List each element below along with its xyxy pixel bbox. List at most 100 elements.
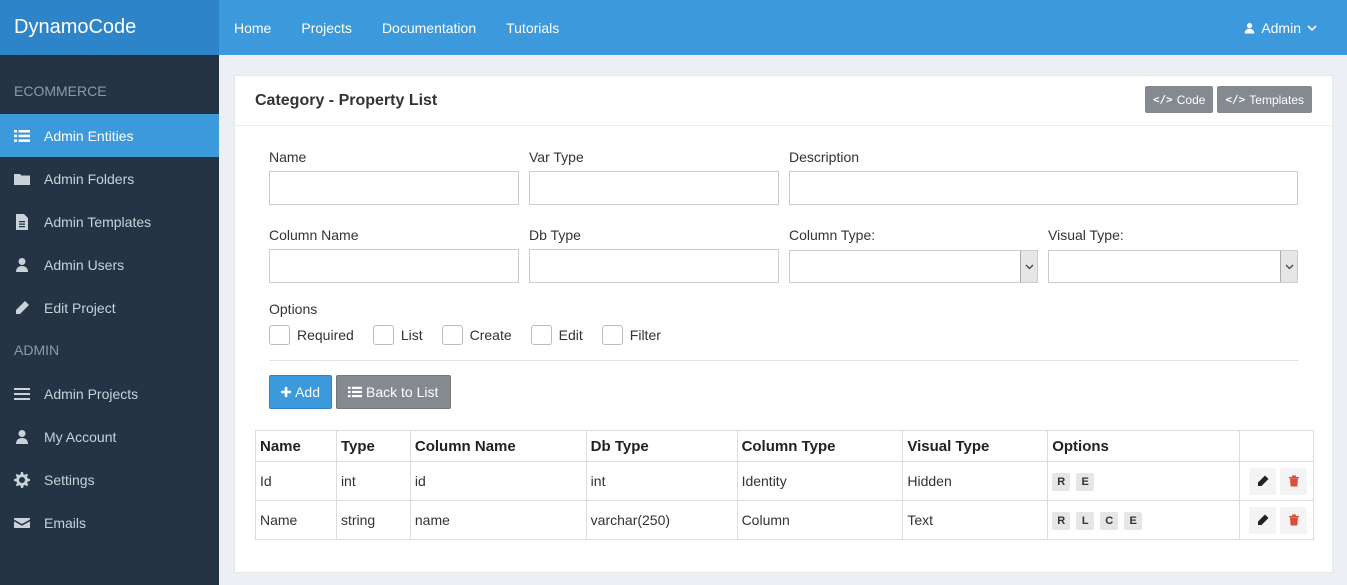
trash-icon xyxy=(1288,514,1299,526)
cell-db-type: varchar(250) xyxy=(585,500,738,540)
option-label: Filter xyxy=(629,327,661,343)
option-badge: R xyxy=(1052,472,1071,491)
cell-name: Name xyxy=(255,500,337,540)
code-button[interactable]: </> Code xyxy=(1144,86,1214,113)
delete-row-button[interactable] xyxy=(1280,506,1307,534)
sidebar-item-admin-entities[interactable]: Admin Entities xyxy=(0,114,219,157)
checkbox[interactable] xyxy=(601,325,623,345)
nav-projects[interactable]: Projects xyxy=(301,20,352,36)
sidebar-item-my-account[interactable]: My Account xyxy=(0,415,219,458)
cell-options: RLCE xyxy=(1047,500,1240,540)
option-required[interactable]: Required xyxy=(269,325,354,345)
list-icon xyxy=(14,128,30,144)
user-menu[interactable]: Admin xyxy=(1244,0,1323,55)
vartype-input[interactable] xyxy=(529,171,779,205)
cell-actions xyxy=(1239,500,1314,540)
option-badge: R xyxy=(1052,511,1071,530)
col-header-type: Type xyxy=(335,430,411,462)
sidebar-item-settings[interactable]: Settings xyxy=(0,458,219,501)
col-header-name: Name xyxy=(255,430,337,462)
checkbox[interactable] xyxy=(372,325,394,345)
description-input[interactable] xyxy=(789,171,1298,205)
section-header-admin: ADMIN xyxy=(14,342,60,358)
option-label: Edit xyxy=(558,327,583,343)
sidebar-item-admin-projects[interactable]: Admin Projects xyxy=(0,372,219,415)
user-icon xyxy=(14,257,30,273)
option-edit[interactable]: Edit xyxy=(530,325,583,345)
sidebar-item-label: Emails xyxy=(44,514,87,531)
checkbox[interactable] xyxy=(530,325,552,345)
list-icon xyxy=(348,386,362,398)
cell-visual-type: Hidden xyxy=(902,461,1049,501)
pencil-icon xyxy=(1257,514,1268,525)
option-label: Create xyxy=(469,327,512,343)
top-nav: Home Projects Documentation Tutorials Ad… xyxy=(219,0,1347,55)
checkbox[interactable] xyxy=(441,325,463,345)
back-to-list-button[interactable]: Back to List xyxy=(336,375,451,409)
options-label: Options xyxy=(269,301,318,317)
templates-button[interactable]: </> Templates xyxy=(1217,86,1312,113)
col-header-options: Options xyxy=(1047,430,1240,462)
nav-tutorials[interactable]: Tutorials xyxy=(506,20,559,36)
panel-header: Category - Property List </> Code </> Te… xyxy=(235,76,1332,126)
file-icon xyxy=(14,213,30,230)
sidebar-item-label: Settings xyxy=(44,471,95,488)
sidebar-item-emails[interactable]: Emails xyxy=(0,501,219,544)
visualtype-select[interactable] xyxy=(1048,250,1298,283)
dbtype-input[interactable] xyxy=(529,249,779,283)
brand-logo[interactable]: DynamoCode xyxy=(0,0,219,55)
add-button-label: Add xyxy=(295,384,320,400)
cell-column-type: Identity xyxy=(736,461,904,501)
checkbox[interactable] xyxy=(269,325,290,345)
columntype-select[interactable] xyxy=(789,250,1038,283)
sidebar-item-admin-folders[interactable]: Admin Folders xyxy=(0,157,219,200)
chevron-down-icon xyxy=(1020,251,1037,282)
cell-column-name: id xyxy=(409,461,587,501)
option-label: Required xyxy=(297,327,354,343)
col-header-column-name: Column Name xyxy=(409,430,587,462)
add-button[interactable]: Add xyxy=(269,375,332,409)
nav-home[interactable]: Home xyxy=(234,20,271,36)
name-input[interactable] xyxy=(269,171,519,205)
columnname-input[interactable] xyxy=(269,249,519,283)
option-badge: L xyxy=(1076,511,1095,530)
edit-row-button[interactable] xyxy=(1249,467,1276,495)
templates-button-label: Templates xyxy=(1249,92,1304,107)
cell-options: RE xyxy=(1047,461,1240,501)
bars-icon xyxy=(14,386,30,402)
option-filter[interactable]: Filter xyxy=(601,325,661,345)
property-panel: Category - Property List </> Code </> Te… xyxy=(234,75,1333,573)
cell-type: string xyxy=(335,500,411,540)
sidebar-item-admin-templates[interactable]: Admin Templates xyxy=(0,200,219,243)
option-badge: E xyxy=(1076,472,1095,491)
gear-icon xyxy=(14,471,30,488)
cell-visual-type: Text xyxy=(902,500,1049,540)
sidebar-item-edit-project[interactable]: Edit Project xyxy=(0,286,219,329)
page-title: Category - Property List xyxy=(255,92,438,109)
edit-row-button[interactable] xyxy=(1249,506,1276,534)
option-label: List xyxy=(400,327,423,343)
cell-name: Id xyxy=(255,461,337,501)
cell-column-name: name xyxy=(409,500,587,540)
cell-type: int xyxy=(335,461,411,501)
delete-row-button[interactable] xyxy=(1280,467,1307,495)
chevron-down-icon xyxy=(1280,251,1297,282)
pencil-icon xyxy=(14,300,30,316)
back-button-label: Back to List xyxy=(366,384,439,400)
section-header-ecommerce: ECOMMERCE xyxy=(14,83,107,99)
pencil-icon xyxy=(1257,475,1268,486)
folder-icon xyxy=(14,171,30,187)
option-create[interactable]: Create xyxy=(441,325,512,345)
table-row: Id int id int Identity Hidden RE xyxy=(255,461,1314,501)
description-label: Description xyxy=(789,149,860,165)
cell-column-type: Column xyxy=(736,500,904,540)
name-label: Name xyxy=(269,149,307,165)
sidebar-item-label: Edit Project xyxy=(44,299,116,316)
envelope-icon xyxy=(14,515,30,531)
col-header-db-type: Db Type xyxy=(585,430,738,462)
table-header-row: Name Type Column Name Db Type Column Typ… xyxy=(255,430,1314,462)
nav-documentation[interactable]: Documentation xyxy=(382,20,476,36)
option-list[interactable]: List xyxy=(372,325,423,345)
cell-db-type: int xyxy=(585,461,738,501)
sidebar-item-admin-users[interactable]: Admin Users xyxy=(0,243,219,286)
